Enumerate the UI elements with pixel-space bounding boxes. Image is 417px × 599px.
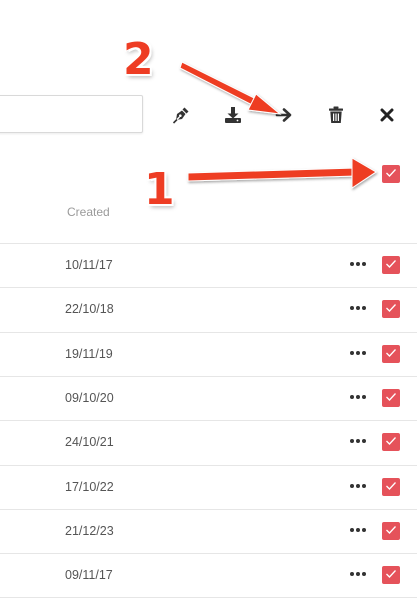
created-date: 24/10/21 — [65, 435, 114, 450]
annotation-label-1: 1 — [144, 164, 175, 215]
row-checkbox[interactable] — [382, 300, 400, 319]
table-row[interactable]: 17/10/22 — [0, 465, 417, 509]
column-header-created[interactable]: Created — [67, 205, 110, 219]
more-options-icon[interactable] — [346, 521, 370, 539]
more-options-icon[interactable] — [346, 565, 370, 583]
table-row[interactable]: 09/11/17 — [0, 553, 417, 597]
table-row[interactable]: 24/10/21 — [0, 420, 417, 464]
close-button[interactable] — [376, 104, 398, 126]
check-icon — [385, 345, 397, 363]
more-options-icon[interactable] — [346, 344, 370, 362]
more-options-icon[interactable] — [346, 388, 370, 406]
check-icon — [385, 566, 397, 584]
check-icon — [385, 433, 397, 451]
select-all-checkbox[interactable] — [382, 165, 400, 183]
row-checkbox[interactable] — [382, 344, 400, 363]
created-date: 17/10/22 — [65, 479, 114, 494]
check-icon — [385, 256, 397, 274]
created-date: 19/11/19 — [65, 346, 113, 361]
row-checkbox[interactable] — [382, 566, 400, 585]
check-icon — [385, 300, 397, 318]
trash-icon — [328, 106, 344, 124]
pen-icon — [172, 106, 190, 124]
arrow-right-icon — [275, 106, 293, 124]
created-date: 21/12/23 — [65, 523, 114, 538]
created-date: 09/10/20 — [65, 390, 114, 405]
check-icon — [385, 522, 397, 540]
row-checkbox[interactable] — [382, 256, 400, 274]
check-icon — [385, 165, 397, 183]
more-options-icon[interactable] — [346, 255, 370, 273]
close-icon — [380, 108, 394, 122]
check-icon — [385, 389, 397, 407]
annotation-label-2: 2 — [123, 34, 154, 85]
created-date: 10/11/17 — [65, 258, 113, 272]
search-input[interactable] — [0, 95, 143, 133]
delete-button[interactable] — [325, 104, 347, 126]
table-row[interactable]: 19/11/19 — [0, 332, 417, 376]
row-divider — [0, 597, 417, 598]
more-options-icon[interactable] — [346, 432, 370, 450]
table-row[interactable]: 22/10/18 — [0, 287, 417, 331]
move-button[interactable] — [273, 104, 295, 126]
row-checkbox[interactable] — [382, 477, 400, 496]
check-icon — [385, 478, 397, 496]
table-row[interactable]: 21/12/23 — [0, 509, 417, 553]
download-button[interactable] — [222, 104, 244, 126]
download-icon — [224, 106, 242, 124]
edit-button[interactable] — [170, 104, 192, 126]
table-row[interactable]: 10/11/17 — [0, 243, 417, 287]
row-checkbox[interactable] — [382, 433, 400, 452]
row-checkbox[interactable] — [382, 388, 400, 407]
row-checkbox[interactable] — [382, 521, 400, 540]
more-options-icon[interactable] — [346, 477, 370, 495]
created-date: 09/11/17 — [65, 568, 113, 583]
table-row[interactable]: 09/10/20 — [0, 376, 417, 420]
annotation-arrow-1 — [187, 157, 377, 189]
more-options-icon[interactable] — [346, 299, 370, 317]
created-date: 22/10/18 — [65, 302, 114, 317]
